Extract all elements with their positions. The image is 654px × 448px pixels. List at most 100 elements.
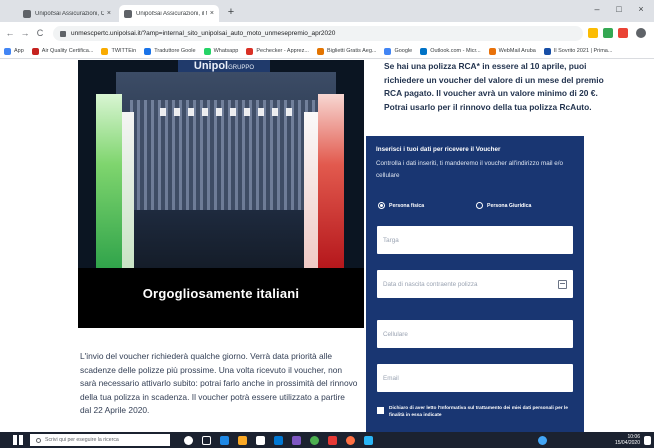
taskbar-search-box[interactable]: Scrivi qui per eseguire la ricerca [30,434,170,446]
bookmark-label: Biglietti Gratis Aeg... [326,48,377,54]
bookmark-star-icon[interactable] [588,28,598,38]
file-explorer-icon[interactable] [238,436,247,445]
reload-button[interactable]: C [34,27,46,39]
back-button[interactable]: ← [4,27,16,39]
radio-label: Persona fisica [389,202,425,209]
close-window-button[interactable]: × [634,4,648,14]
plate-input[interactable]: Targa [377,226,573,254]
app-icon[interactable] [292,436,301,445]
search-icon [36,437,41,443]
extension-icon[interactable] [603,28,613,38]
bookmark-item[interactable]: Outlook.com - Micr... [420,47,481,55]
bookmark-label: Traduttore Goole [154,48,196,54]
bookmark-item[interactable]: Air Quality Certifica... [31,47,94,55]
bookmark-item[interactable]: TWITTEin [101,47,136,55]
bookmark-favicon-icon [203,47,211,55]
new-tab-button[interactable]: + [224,5,238,19]
lock-icon [60,30,66,37]
facade-lights [160,108,300,116]
tray-icon[interactable] [538,436,547,445]
bookmark-item[interactable]: Pechecker - Apprez... [246,47,309,55]
radio-label: Persona Giuridica [487,202,532,209]
email-input[interactable]: Email [377,364,573,392]
windows-start-icon[interactable] [13,435,23,445]
bookmark-favicon-icon [31,47,39,55]
bookmark-favicon-icon [384,47,392,55]
browser-tab-2[interactable]: UnipolSai Assicurazioni, il titolo · × [119,5,219,22]
app-icon[interactable] [346,436,355,445]
white-light-band [122,112,134,270]
taskbar-clock[interactable]: 10:06 15/04/2020 [612,434,640,446]
green-light-band [96,94,122,270]
bookmark-label: Pechecker - Apprez... [256,48,309,54]
bookmark-item[interactable]: Il Sovrito 2021 | Prima... [543,47,613,55]
plate-placeholder: Targa [383,236,399,244]
bookmark-favicon-icon [144,47,152,55]
clock-date: 15/04/2020 [614,440,640,446]
bookmark-label: Google [394,48,413,54]
task-view-icon[interactable] [202,436,211,445]
intro-paragraph: Se hai una polizza RCA* in essere al 10 … [384,61,604,112]
browser-tab-1[interactable]: UnipolSai Assicurazioni, Compagn × [18,5,116,22]
close-tab-icon[interactable]: × [210,10,214,17]
bookmark-favicon-icon [4,47,11,55]
mobile-placeholder: Cellulare [383,330,408,338]
taskbar-search-placeholder: Scrivi qui per eseguire la ricerca [45,437,119,443]
app-icon[interactable] [364,436,373,445]
unipol-favicon-icon [124,9,132,18]
radio-selected-icon [378,202,385,209]
bookmark-label: App [14,48,24,54]
hero-caption: Orgogliosamente italiani [142,286,300,301]
unipol-logo: UnipolGRUPPO [178,60,270,72]
maximize-button[interactable]: □ [612,4,626,14]
store-icon[interactable] [256,436,265,445]
bookmark-item[interactable]: App [4,47,24,55]
mail-icon[interactable] [274,436,283,445]
notifications-icon[interactable] [644,436,651,445]
bookmark-favicon-icon [316,47,324,55]
bookmark-item[interactable]: Traduttore Goole [144,47,196,55]
bookmark-label: Outlook.com - Micr... [430,48,481,54]
minimize-button[interactable]: – [590,4,604,14]
bookmark-label: Air Quality Certifica... [41,48,94,54]
bookmark-favicon-icon [246,47,254,55]
address-bar[interactable]: unmescpertc.unipolsai.it/?amp=internal_s… [53,26,583,41]
web-page: UnipolGRUPPO Orgogliosamente italiani Se… [0,60,654,432]
voucher-form: Inserisci i tuoi dati per ricevere il Vo… [366,136,584,432]
tab-title: UnipolSai Assicurazioni, il titolo · [136,10,207,17]
unipol-favicon-icon [23,9,31,18]
bookmark-item[interactable]: Google [384,47,413,55]
consent-label: Dichiaro di aver letto l'Informativa sul… [389,406,568,418]
radio-persona-giuridica[interactable]: Persona Giuridica [476,202,531,209]
forward-button[interactable]: → [19,27,31,39]
bookmark-item[interactable]: Whatsapp [203,47,238,55]
profile-avatar[interactable] [636,28,646,38]
screen: UnipolSai Assicurazioni, Compagn × Unipo… [0,0,654,448]
birthdate-input[interactable]: Data di nascita contraente polizza [377,270,573,298]
bookmark-label: WebMail Aruba [498,48,536,54]
windows-taskbar: Scrivi qui per eseguire la ricerca 10:06… [0,432,654,448]
radio-persona-fisica[interactable]: Persona fisica [378,202,424,209]
extension-icon[interactable] [618,28,628,38]
mobile-input[interactable]: Cellulare [377,320,573,348]
voucher-info-paragraph: L'invio del voucher richiederà qualche g… [80,351,358,416]
form-description: Controlla i dati inseriti, ti manderemo … [376,160,564,179]
bookmark-item[interactable]: WebMail Aruba [488,47,536,55]
close-tab-icon[interactable]: × [107,10,111,17]
email-placeholder: Email [383,374,399,382]
bookmark-favicon-icon [420,47,428,55]
consent-checkbox[interactable] [377,407,384,414]
bookmark-item[interactable]: Biglietti Gratis Aeg... [316,47,377,55]
cortana-icon[interactable] [184,436,193,445]
form-title: Inserisci i tuoi dati per ricevere il Vo… [376,146,501,153]
chrome-icon[interactable] [310,436,319,445]
calendar-icon[interactable] [558,279,567,289]
edge-icon[interactable] [220,436,229,445]
url-text: unmescpertc.unipolsai.it/?amp=internal_s… [71,30,336,37]
bookmark-favicon-icon [101,47,109,55]
bookmark-label: Il Sovrito 2021 | Prima... [553,48,613,54]
radio-unselected-icon [476,202,483,209]
bookmark-favicon-icon [543,47,551,55]
app-icon[interactable] [328,436,337,445]
bookmarks-bar: App Air Quality Certifica... TWITTEin Tradu… [0,44,654,59]
